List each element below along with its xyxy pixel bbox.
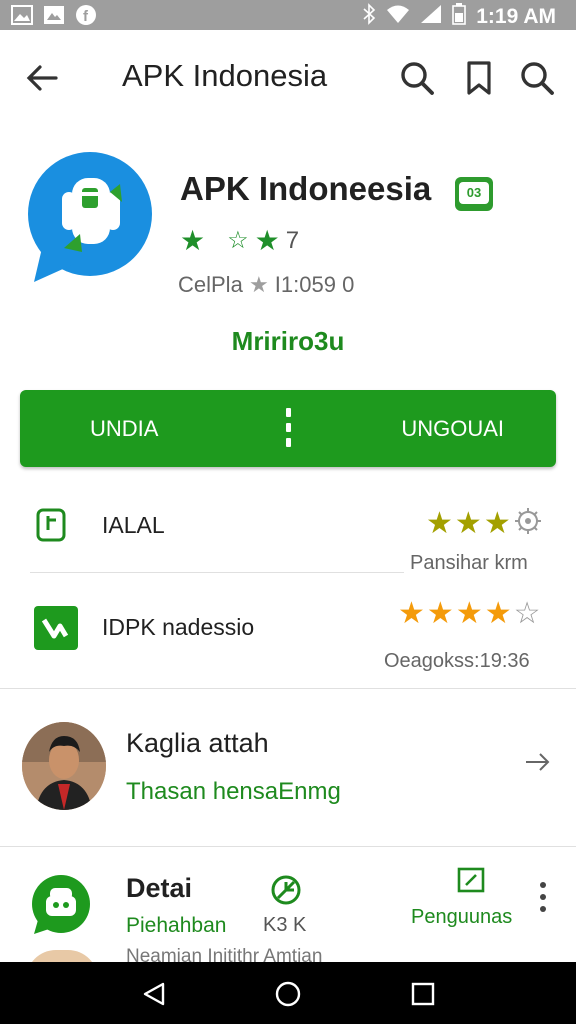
size-label: K3 K xyxy=(263,914,307,936)
avatar xyxy=(22,722,106,810)
rating-stars: ★ ★ ★ xyxy=(426,506,543,544)
app-logo-icon xyxy=(24,152,158,286)
star-outline-icon: ☆ xyxy=(227,227,249,254)
rating-stars: ★ ★ ★ ★ ☆ xyxy=(398,596,541,631)
star-icon: ★ xyxy=(484,596,512,631)
star-icon: ★ xyxy=(180,225,206,256)
app-bar: APK Indonesia xyxy=(0,30,576,126)
chat-robot-icon xyxy=(30,874,92,936)
search-icon-secondary[interactable] xyxy=(518,58,556,98)
status-bar: f 1:19 AM xyxy=(0,0,576,30)
open-button[interactable]: UNGOUAI xyxy=(401,416,504,442)
divider xyxy=(0,688,576,689)
action-bar: UNDIA UNGOUAI xyxy=(20,390,556,467)
star-icon: ★ xyxy=(455,596,483,631)
size-icon xyxy=(268,872,304,908)
search-icon[interactable] xyxy=(398,58,436,98)
photo-icon xyxy=(42,3,66,27)
star-icon: ★ xyxy=(426,596,454,631)
star-icon: ★ xyxy=(248,272,269,297)
app-rating: ★ ☆ ★ 7 xyxy=(180,224,299,257)
star-icon: ★ xyxy=(454,506,482,541)
star-outline-icon: ☆ xyxy=(513,596,541,631)
recents-square-icon[interactable] xyxy=(409,980,437,1008)
app-name: APK Indoneesia xyxy=(180,170,432,207)
uninstall-button[interactable]: UNDIA xyxy=(90,416,158,442)
divider xyxy=(30,572,404,573)
row-label: IDPK nadessio xyxy=(102,614,255,640)
developer-name[interactable]: Kaglia attah xyxy=(126,728,269,759)
star-icon: ★ xyxy=(398,596,425,631)
wifi-icon xyxy=(386,4,410,29)
image-icon xyxy=(10,3,34,27)
back-arrow-icon[interactable] xyxy=(22,58,62,98)
divider xyxy=(0,846,576,847)
star-icon: ★ xyxy=(426,506,453,541)
tablet-icon xyxy=(36,508,68,548)
star-icon: ★ xyxy=(254,225,280,256)
status-time: 1:19 AM xyxy=(476,4,556,28)
users-label: Penguunas xyxy=(411,906,513,928)
gear-icon xyxy=(513,506,543,544)
row-sub: Oeagokss:19:36 xyxy=(384,650,530,672)
signal-icon xyxy=(420,4,442,29)
divider-dots xyxy=(284,408,292,450)
home-circle-icon[interactable] xyxy=(274,980,302,1008)
app-badge: 03 xyxy=(455,177,493,211)
facebook-icon: f xyxy=(74,3,98,27)
row-sub: Pansihar krm xyxy=(410,552,528,574)
row-label: IALAL xyxy=(102,512,165,538)
bookmark-icon[interactable] xyxy=(460,58,498,98)
app-subtitle: Mririro3u xyxy=(231,326,345,356)
page-title: APK Indonesia xyxy=(122,58,328,93)
list-item[interactable]: IDPK nadessio ★ ★ ★ ★ ☆ Oeagokss:19:36 xyxy=(0,590,576,685)
check-app-icon xyxy=(34,606,78,654)
nav-bar xyxy=(0,962,576,1024)
star-icon: ★ xyxy=(483,506,511,541)
chevron-right-icon[interactable] xyxy=(522,747,552,777)
details-title: Detai xyxy=(126,873,193,903)
back-triangle-icon[interactable] xyxy=(141,980,169,1008)
rating-value: 7 xyxy=(285,226,300,254)
bluetooth-icon xyxy=(362,3,376,30)
battery-icon xyxy=(452,3,467,30)
developer-sub: Thasan hensaEnmg xyxy=(126,778,341,805)
more-vert-icon[interactable] xyxy=(538,882,548,916)
app-meta: CelPla ★ I1:059 0 xyxy=(178,272,355,297)
list-item[interactable]: IALAL ★ ★ ★ Pansihar krm xyxy=(0,490,576,580)
details-sub: Piehahban xyxy=(126,914,227,937)
edit-box-icon xyxy=(456,866,486,896)
